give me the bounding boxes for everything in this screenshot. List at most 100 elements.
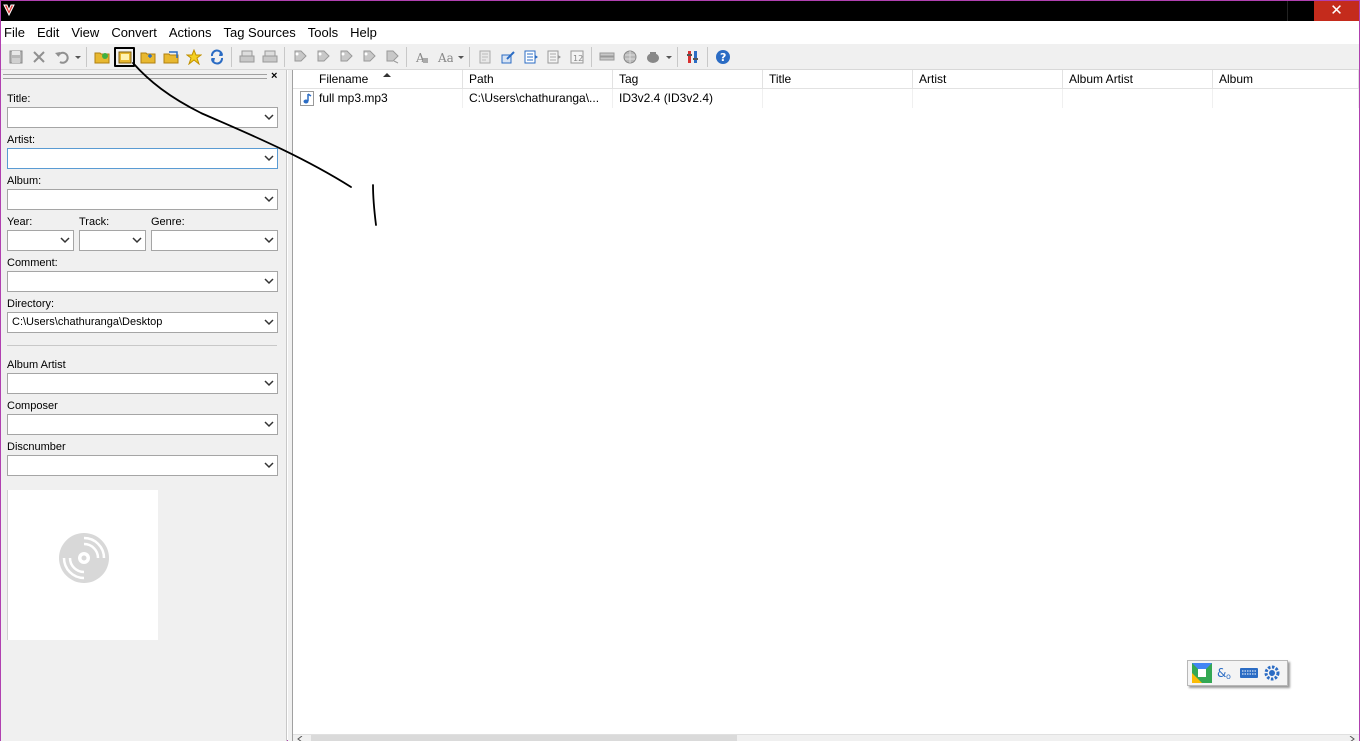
maximize-button[interactable] [1287,1,1313,21]
section-divider [7,345,277,346]
keyboard-icon[interactable] [1239,663,1259,683]
extended-tags-button[interactable] [473,46,496,68]
panel-grip[interactable] [3,74,267,79]
gear-icon[interactable] [1262,663,1282,683]
list-icon [524,50,538,63]
menu-view[interactable]: View [65,22,105,44]
options-button[interactable] [681,46,704,68]
column-path[interactable]: Path [463,70,613,89]
scroll-left-icon[interactable] [297,736,303,741]
menu-tools[interactable]: Tools [302,22,344,44]
scroll-thumb[interactable] [311,735,737,741]
text-file-tag-button[interactable] [380,46,403,68]
numbering-button[interactable]: 12 [565,46,588,68]
list-button[interactable] [519,46,542,68]
add-directory-button[interactable] [136,46,159,68]
playlist-button[interactable] [159,46,182,68]
tag-tag-icon [294,50,307,61]
input-mode-icon[interactable]: & o [1216,663,1236,683]
favorites-button[interactable] [182,46,205,68]
menu-file[interactable]: File [1,22,31,44]
cover-art-area[interactable] [7,490,158,640]
column-title[interactable]: Title [763,70,913,89]
app-logo-icon [3,4,15,17]
menu-convert[interactable]: Convert [105,22,163,44]
case-dropdown[interactable] [456,46,466,68]
title-bar: ✕ [1,1,1359,21]
open-directory-button[interactable] [90,46,113,68]
artist-label: Artist: [7,134,36,146]
pot-icon [646,51,659,63]
language-icon[interactable] [1191,662,1213,684]
font-case-button[interactable]: Aa [433,46,456,68]
undo-button[interactable] [50,46,73,68]
comment-field[interactable] [7,271,278,292]
cell-filename: full mp3.mp3 [313,89,463,108]
toolbar-separator [591,46,592,67]
freedb-button[interactable] [618,46,641,68]
chevron-down-icon [60,237,70,244]
print-button[interactable] [235,46,258,68]
composer-field[interactable] [7,414,278,435]
tag-filename-button[interactable] [288,46,311,68]
scroll-right-icon[interactable] [1349,736,1355,741]
column-filename[interactable]: Filename [313,70,463,89]
album-artist-field[interactable] [7,373,278,394]
cover-art-button[interactable] [641,46,664,68]
svg-text:&: & [1217,666,1226,680]
tag-sources-dropdown[interactable] [664,46,674,68]
album-field[interactable] [7,189,278,210]
change-directory-icon [118,51,131,63]
chevron-down-icon [264,196,274,203]
track-field[interactable] [79,230,146,251]
cell-album-artist [1063,89,1213,108]
toolbar-separator [677,46,678,67]
file-list: Filename Path Tag Title Artist Album Art… [293,70,1359,734]
close-icon[interactable]: × [271,70,277,82]
directory-field[interactable]: C:\Users\chathuranga\Desktop [7,312,278,333]
discnumber-field[interactable] [7,455,278,476]
directory-value: C:\Users\chathuranga\Desktop [12,316,163,328]
change-directory-button[interactable] [113,46,136,68]
open-directory-icon [94,52,109,63]
artist-field[interactable] [7,148,278,169]
help-icon: ? [715,49,730,64]
import-list-button[interactable] [542,46,565,68]
menu-actions[interactable]: Actions [163,22,218,44]
export-button[interactable] [258,46,281,68]
language-bar[interactable]: & o [1187,660,1288,686]
column-header-row: Filename Path Tag Title Artist Album Art… [293,70,1359,89]
table-row[interactable]: full mp3.mp3 C:\Users\chathuranga\... ID… [293,89,1359,108]
cd-disc-icon [59,533,109,583]
composer-label: Composer [7,400,58,412]
year-field[interactable] [7,230,74,251]
undo-dropdown[interactable] [73,46,83,68]
menu-help[interactable]: Help [344,22,383,44]
column-album[interactable]: Album [1213,70,1359,89]
menu-tag-sources[interactable]: Tag Sources [217,22,301,44]
save-button[interactable] [4,46,27,68]
tag-tag-button[interactable] [357,46,380,68]
edit-icon [501,50,515,63]
case-conversion-button[interactable]: A [410,46,433,68]
close-button[interactable]: ✕ [1314,1,1359,21]
menu-edit[interactable]: Edit [31,22,65,44]
genre-field[interactable] [151,230,278,251]
column-album-artist[interactable]: Album Artist [1063,70,1213,89]
add-directory-icon [140,52,155,63]
refresh-button[interactable] [205,46,228,68]
comment-label: Comment: [7,257,58,269]
autonumbering-button[interactable] [496,46,519,68]
column-tag[interactable]: Tag [613,70,763,89]
help-button[interactable]: ? [711,46,734,68]
chevron-down-icon [264,421,274,428]
title-field[interactable] [7,107,278,128]
toolbar-separator [406,46,407,67]
toolbar-separator [707,46,708,67]
filename-tag-button[interactable] [311,46,334,68]
tag-sources-button[interactable] [595,46,618,68]
filename-filename-button[interactable] [334,46,357,68]
column-artist[interactable]: Artist [913,70,1063,89]
horizontal-scrollbar[interactable] [293,734,1359,741]
remove-tag-button[interactable] [27,46,50,68]
